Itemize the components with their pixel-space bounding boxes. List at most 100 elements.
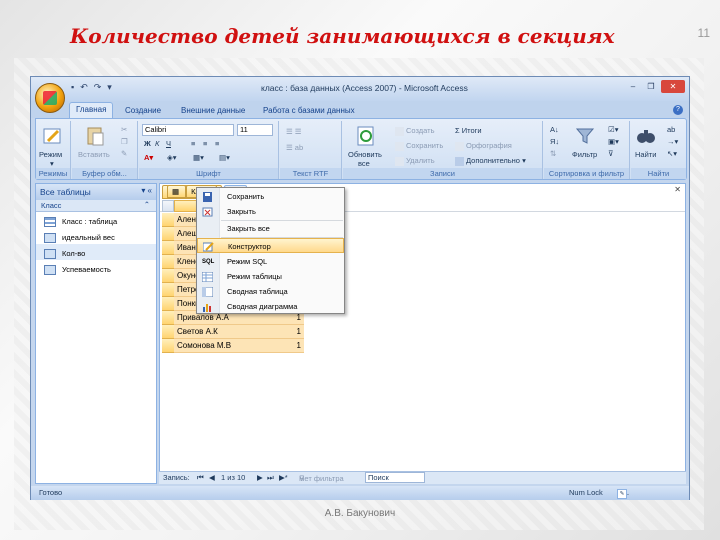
first-record-icon[interactable]: ⏮ bbox=[197, 473, 204, 483]
prev-record-icon[interactable]: ◀ bbox=[209, 473, 215, 482]
design-view-icon[interactable]: ✎ bbox=[617, 489, 627, 499]
menu-item-close-all[interactable]: Закрыть все bbox=[197, 221, 344, 236]
nav-header[interactable]: Все таблицы ▾ « bbox=[36, 184, 156, 200]
fill-color-icon[interactable]: ◈▾ bbox=[167, 153, 177, 162]
new-record-icon bbox=[395, 126, 404, 136]
views-button[interactable]: Режим bbox=[39, 150, 62, 159]
replace-icon[interactable]: ab bbox=[667, 125, 675, 134]
row-selector[interactable] bbox=[162, 227, 174, 241]
menu-item-pivot-chart[interactable]: Сводная диаграмма bbox=[197, 299, 344, 314]
binoculars-icon[interactable] bbox=[635, 125, 657, 147]
last-record-icon[interactable]: ⏭ bbox=[267, 473, 274, 483]
alt-fill-icon[interactable]: ▤▾ bbox=[219, 153, 230, 162]
tab-create[interactable]: Создание bbox=[119, 104, 167, 117]
close-document-icon[interactable]: ✕ bbox=[674, 185, 681, 194]
undo-icon[interactable]: ↶ bbox=[80, 82, 88, 93]
tab-database-tools[interactable]: Работа с базами данных bbox=[257, 104, 361, 117]
underline-icon[interactable]: Ч bbox=[166, 139, 171, 148]
new-record-button[interactable]: Создать bbox=[395, 126, 435, 136]
row-selector[interactable] bbox=[162, 255, 174, 269]
record-position[interactable]: 1 из 10 bbox=[221, 473, 245, 482]
goto-icon[interactable]: →▾ bbox=[667, 137, 678, 146]
office-button-icon[interactable] bbox=[35, 83, 65, 113]
next-record-icon[interactable]: ▶ bbox=[257, 473, 263, 482]
row-selector[interactable] bbox=[162, 311, 174, 325]
delete-record-button[interactable]: Удалить bbox=[395, 156, 435, 166]
cell-fio[interactable]: Светов А.К bbox=[174, 325, 240, 339]
collapse-chevron-icon[interactable]: ⌃ bbox=[144, 200, 150, 209]
row-selector[interactable] bbox=[162, 325, 174, 339]
nav-item-count[interactable]: Кол-во bbox=[36, 244, 156, 260]
save-icon bbox=[203, 192, 212, 202]
tab-external-data[interactable]: Внешние данные bbox=[175, 104, 251, 117]
views-dropdown-icon[interactable]: ▾ bbox=[50, 159, 54, 168]
more-button[interactable]: Дополнительно ▾ bbox=[455, 156, 526, 166]
selection-icon[interactable]: ☑▾ bbox=[608, 125, 619, 134]
select-all-cell[interactable] bbox=[162, 200, 174, 212]
filter-icon[interactable] bbox=[574, 125, 596, 147]
tab-home[interactable]: Главная bbox=[69, 102, 114, 118]
toggle-filter-icon[interactable]: ⊽ bbox=[608, 149, 614, 158]
cut-icon[interactable]: ✂ bbox=[121, 125, 127, 134]
cell-fio[interactable]: Сомонова М.В bbox=[174, 339, 240, 353]
clear-sort-icon[interactable]: ⇅ bbox=[550, 149, 556, 158]
menu-item-close[interactable]: Закрыть bbox=[197, 204, 344, 219]
spelling-button[interactable]: Орфография bbox=[455, 141, 512, 151]
nav-item-ideal-weight[interactable]: идеальный вес bbox=[36, 228, 156, 244]
row-selector[interactable] bbox=[162, 241, 174, 255]
align-center-icon[interactable]: ≡ bbox=[203, 139, 207, 148]
italic-icon[interactable]: К bbox=[155, 139, 159, 148]
menu-item-design-view[interactable]: Конструктор bbox=[197, 238, 344, 253]
sort-desc-icon[interactable]: Я↓ bbox=[550, 137, 559, 146]
redo-icon[interactable]: ↷ bbox=[94, 82, 102, 93]
save-qat-icon[interactable]: ▪ bbox=[71, 82, 74, 93]
bold-icon[interactable]: Ж bbox=[144, 139, 151, 148]
menu-item-pivot-table[interactable]: Сводная таблица bbox=[197, 284, 344, 299]
view-mode-icon[interactable] bbox=[42, 125, 64, 147]
quick-access-toolbar: ▪ ↶ ↷ ▾ bbox=[71, 82, 112, 93]
filter-button[interactable]: Фильтр bbox=[572, 150, 597, 159]
cell-count[interactable]: 1 bbox=[240, 339, 304, 353]
numbering-icon[interactable]: ☰ ☰ bbox=[286, 127, 302, 136]
paste-button[interactable]: Вставить bbox=[78, 150, 110, 159]
row-selector[interactable] bbox=[162, 283, 174, 297]
nav-item-performance[interactable]: Успеваемость bbox=[36, 260, 156, 276]
refresh-icon[interactable] bbox=[355, 125, 377, 147]
refresh-all-button[interactable]: Обновить bbox=[348, 150, 382, 159]
indent-icon[interactable]: ☰ ab bbox=[286, 143, 303, 152]
select-icon[interactable]: ↖▾ bbox=[667, 149, 677, 158]
new-record-nav-icon[interactable]: ▶* bbox=[279, 473, 288, 482]
minimize-button[interactable]: – bbox=[625, 80, 641, 93]
qat-menu-icon[interactable]: ▾ bbox=[107, 82, 112, 93]
totals-button[interactable]: Σ Итоги bbox=[455, 126, 482, 135]
group-label-font: Шрифт bbox=[139, 168, 278, 179]
font-size-select[interactable]: 11 bbox=[237, 124, 273, 136]
nav-header-chevron-icon[interactable]: ▾ « bbox=[141, 186, 152, 195]
gridlines-icon[interactable]: ▦▾ bbox=[193, 153, 204, 162]
find-button[interactable]: Найти bbox=[635, 150, 656, 159]
sort-asc-icon[interactable]: A↓ bbox=[550, 125, 559, 134]
paste-icon[interactable] bbox=[84, 125, 106, 147]
row-selector[interactable] bbox=[162, 339, 174, 353]
format-painter-icon[interactable]: ✎ bbox=[121, 149, 127, 158]
cell-count[interactable]: 1 bbox=[240, 325, 304, 339]
advanced-icon[interactable]: ▣▾ bbox=[608, 137, 619, 146]
align-left-icon[interactable]: ≡ bbox=[191, 139, 195, 148]
row-selector[interactable] bbox=[162, 297, 174, 311]
maximize-button[interactable]: ❐ bbox=[643, 80, 659, 93]
menu-item-datasheet-view[interactable]: Режим таблицы bbox=[197, 269, 344, 284]
menu-item-save[interactable]: Сохранить bbox=[197, 189, 344, 204]
font-color-icon[interactable]: A▾ bbox=[144, 153, 153, 162]
close-button[interactable]: ✕ bbox=[661, 80, 685, 93]
copy-icon[interactable]: ❐ bbox=[121, 137, 128, 146]
font-name-select[interactable]: Calibri bbox=[142, 124, 234, 136]
row-selector[interactable] bbox=[162, 213, 174, 227]
nav-item-table[interactable]: Класс : таблица bbox=[36, 212, 156, 228]
save-record-button[interactable]: Сохранить bbox=[395, 141, 443, 151]
row-selector[interactable] bbox=[162, 269, 174, 283]
help-icon[interactable]: ? bbox=[673, 105, 683, 115]
menu-item-sql-view[interactable]: SQL Режим SQL bbox=[197, 254, 344, 269]
search-input[interactable]: Поиск bbox=[365, 472, 425, 483]
align-right-icon[interactable]: ≡ bbox=[215, 139, 219, 148]
nav-group-header[interactable]: Класс ⌃ bbox=[36, 200, 156, 212]
